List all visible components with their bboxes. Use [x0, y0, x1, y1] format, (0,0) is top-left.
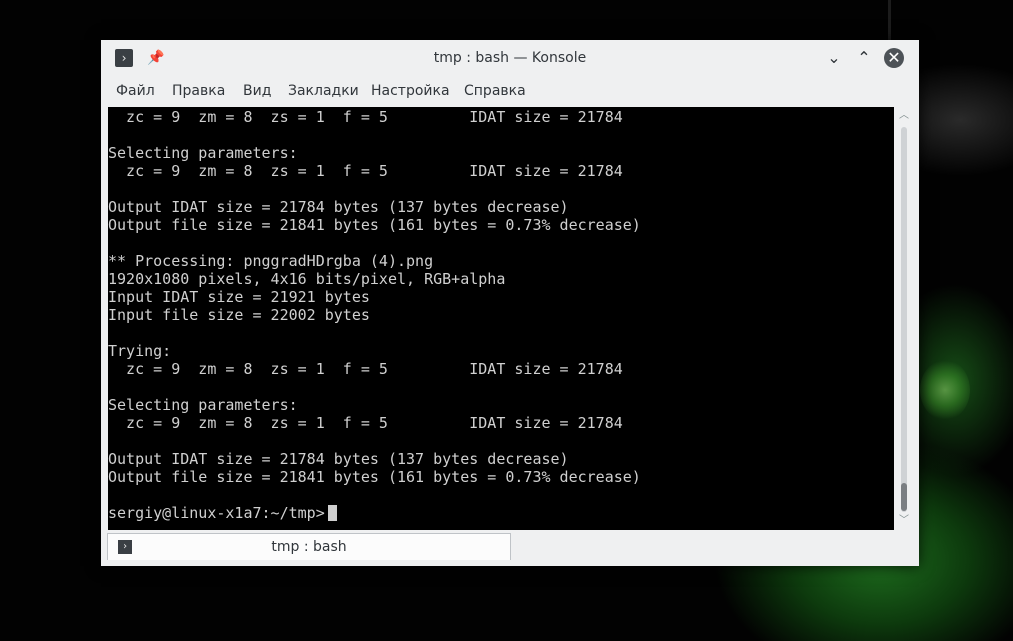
tab-tmp-bash[interactable]: › tmp : bash	[107, 533, 511, 560]
terminal-line: Input file size = 22002 bytes	[108, 306, 370, 324]
terminal-icon[interactable]: ›	[115, 49, 133, 67]
konsole-window: tmp : bash — Konsole › 📌 ⌄ ⌃ ✕ Файл Прав…	[101, 40, 919, 566]
title-bar[interactable]: tmp : bash — Konsole › 📌 ⌄ ⌃ ✕	[101, 40, 919, 76]
menu-settings[interactable]: Настройка	[365, 76, 456, 106]
menu-file[interactable]: Файл	[110, 76, 161, 106]
terminal-scrollbar[interactable]: ︿ ﹀	[897, 107, 911, 530]
terminal-line: Trying:	[108, 342, 172, 360]
terminal-line: Output file size = 21841 bytes (161 byte…	[108, 216, 641, 234]
terminal-line: zc = 9 zm = 8 zs = 1 f = 5 IDAT size = 2…	[108, 108, 623, 126]
menu-bookmarks[interactable]: Закладки	[282, 76, 365, 106]
terminal-line: ** Processing: pnggradHDrgba (4).png	[108, 252, 434, 270]
scroll-down-icon[interactable]: ﹀	[897, 514, 911, 528]
terminal-line	[108, 234, 641, 252]
prompt-line[interactable]: sergiy@linux-x1a7:~/tmp>	[108, 504, 641, 522]
terminal-line: Output IDAT size = 21784 bytes (137 byte…	[108, 450, 569, 468]
menu-view[interactable]: Вид	[237, 76, 277, 106]
terminal-line: zc = 9 zm = 8 zs = 1 f = 5 IDAT size = 2…	[108, 414, 623, 432]
minimize-button[interactable]: ⌄	[824, 48, 844, 68]
terminal-line: Selecting parameters:	[108, 396, 298, 414]
tab-bar: › tmp : bash	[101, 530, 919, 566]
menu-edit[interactable]: Правка	[166, 76, 231, 106]
close-button[interactable]: ✕	[884, 48, 904, 68]
terminal-lines: zc = 9 zm = 8 zs = 1 f = 5 IDAT size = 2…	[108, 108, 641, 522]
scrollbar-thumb[interactable]	[901, 483, 907, 511]
terminal-line: zc = 9 zm = 8 zs = 1 f = 5 IDAT size = 2…	[108, 162, 623, 180]
pin-icon[interactable]: 📌	[147, 49, 165, 67]
menu-bar: Файл Правка Вид Закладки Настройка Справ…	[101, 76, 919, 106]
terminal-line	[108, 432, 641, 450]
terminal-output[interactable]: zc = 9 zm = 8 zs = 1 f = 5 IDAT size = 2…	[108, 107, 894, 530]
terminal-line	[108, 180, 641, 198]
terminal-line: Selecting parameters:	[108, 144, 298, 162]
window-title: tmp : bash — Konsole	[433, 50, 587, 66]
terminal-line: Output IDAT size = 21784 bytes (137 byte…	[108, 198, 569, 216]
terminal-line	[108, 378, 641, 396]
terminal-line: Input IDAT size = 21921 bytes	[108, 288, 370, 306]
terminal-line: Output file size = 21841 bytes (161 byte…	[108, 468, 641, 486]
terminal-line	[108, 486, 641, 504]
wallpaper-bulb-glow	[920, 360, 970, 420]
maximize-button[interactable]: ⌃	[854, 48, 874, 68]
menu-help[interactable]: Справка	[458, 76, 532, 106]
terminal-line	[108, 324, 641, 342]
tab-label: tmp : bash	[271, 539, 347, 555]
terminal-line	[108, 126, 641, 144]
text-cursor	[327, 505, 337, 521]
terminal-line: 1920x1080 pixels, 4x16 bits/pixel, RGB+a…	[108, 270, 506, 288]
terminal-line: zc = 9 zm = 8 zs = 1 f = 5 IDAT size = 2…	[108, 360, 623, 378]
scrollbar-track[interactable]	[901, 127, 907, 512]
shell-prompt: sergiy@linux-x1a7:~/tmp>	[108, 504, 325, 522]
scroll-up-icon[interactable]: ︿	[897, 109, 911, 123]
